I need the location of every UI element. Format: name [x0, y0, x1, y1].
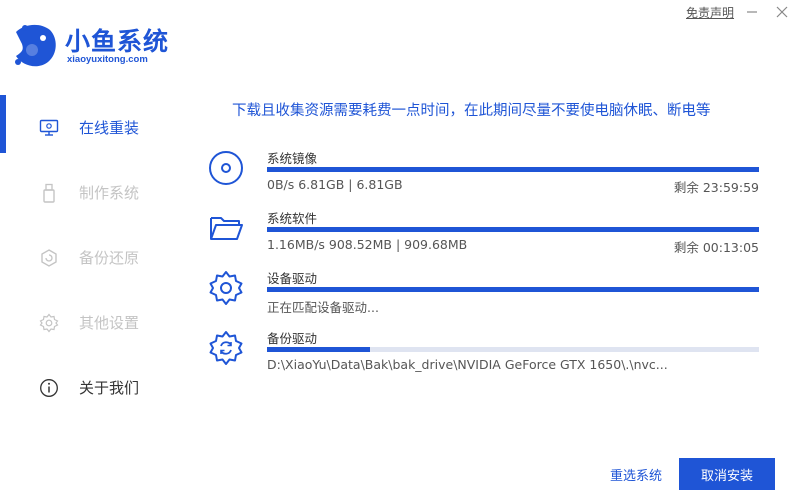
progress-bar — [267, 287, 759, 292]
task-remaining: 剩余 23:59:59 — [673, 180, 759, 195]
task-name: 备份驱动 — [267, 331, 318, 346]
task-detail: 0B/s 6.81GB | 6.81GB — [267, 177, 403, 192]
progress-fill — [267, 347, 371, 352]
sidebar-item-label: 制作系统 — [79, 184, 140, 202]
active-indicator — [0, 95, 6, 153]
sidebar-item-other-settings[interactable]: 其他设置 — [0, 290, 190, 355]
task-name: 系统镜像 — [267, 151, 318, 166]
cancel-install-button[interactable]: 取消安装 — [679, 458, 775, 490]
sidebar-item-label: 关于我们 — [79, 379, 140, 397]
sidebar-item-label: 在线重装 — [79, 119, 140, 137]
close-icon[interactable] — [776, 6, 788, 18]
task-row-system-image: 系统镜像 0B/s 6.81GB | 6.81GB 剩余 23:59:59 — [208, 148, 768, 208]
sidebar-item-online-reinstall[interactable]: 在线重装 — [0, 95, 190, 160]
progress-fill — [267, 167, 759, 172]
progress-bar — [267, 347, 759, 352]
progress-fill — [267, 287, 759, 292]
logo-subtitle: xiaoyuxitong.com — [67, 54, 148, 65]
gear-icon — [209, 271, 243, 305]
task-remaining: 剩余 00:13:05 — [673, 240, 759, 255]
task-name: 系统软件 — [267, 211, 318, 226]
download-notice: 下载且收集资源需要耗费一点时间，在此期间尽量不要使电脑休眠、断电等 — [232, 103, 711, 119]
sidebar: 在线重装 制作系统 备份还原 其他设置 关于我们 — [0, 95, 190, 420]
task-detail: 正在匹配设备驱动... — [267, 300, 379, 315]
task-row-device-driver: 设备驱动 正在匹配设备驱动... — [208, 268, 768, 328]
sidebar-item-backup-restore[interactable]: 备份还原 — [0, 225, 190, 290]
task-row-backup-driver: 备份驱动 D:\XiaoYu\Data\Bak\bak_drive\NVIDIA… — [208, 328, 768, 388]
disclaimer-link[interactable]: 免责声明 — [686, 4, 734, 21]
gear-icon — [38, 312, 60, 334]
logo-title: 小鱼系统 — [65, 27, 170, 56]
app-logo: 小鱼系统 xiaoyuxitong.com — [10, 14, 190, 70]
progress-bar — [267, 167, 759, 172]
usb-drive-icon — [38, 182, 60, 204]
monitor-icon — [38, 117, 60, 139]
fish-logo-icon — [15, 24, 56, 67]
minimize-icon[interactable] — [746, 6, 758, 18]
reselect-system-button[interactable]: 重选系统 — [600, 458, 672, 490]
folder-icon — [210, 217, 243, 240]
disc-icon — [209, 151, 243, 185]
task-detail: D:\XiaoYu\Data\Bak\bak_drive\NVIDIA GeFo… — [267, 357, 668, 372]
sidebar-item-about-us[interactable]: 关于我们 — [0, 355, 190, 420]
sidebar-item-label: 备份还原 — [79, 249, 140, 267]
backup-restore-icon — [38, 247, 60, 269]
task-row-system-software: 系统软件 1.16MB/s 908.52MB | 909.68MB 剩余 00:… — [208, 208, 768, 268]
progress-fill — [267, 227, 759, 232]
sidebar-item-make-system[interactable]: 制作系统 — [0, 160, 190, 225]
task-name: 设备驱动 — [267, 271, 318, 286]
progress-bar — [267, 227, 759, 232]
task-detail: 1.16MB/s 908.52MB | 909.68MB — [267, 237, 468, 252]
sidebar-item-label: 其他设置 — [79, 314, 140, 332]
gear-refresh-icon — [209, 331, 243, 365]
info-icon — [38, 377, 60, 399]
